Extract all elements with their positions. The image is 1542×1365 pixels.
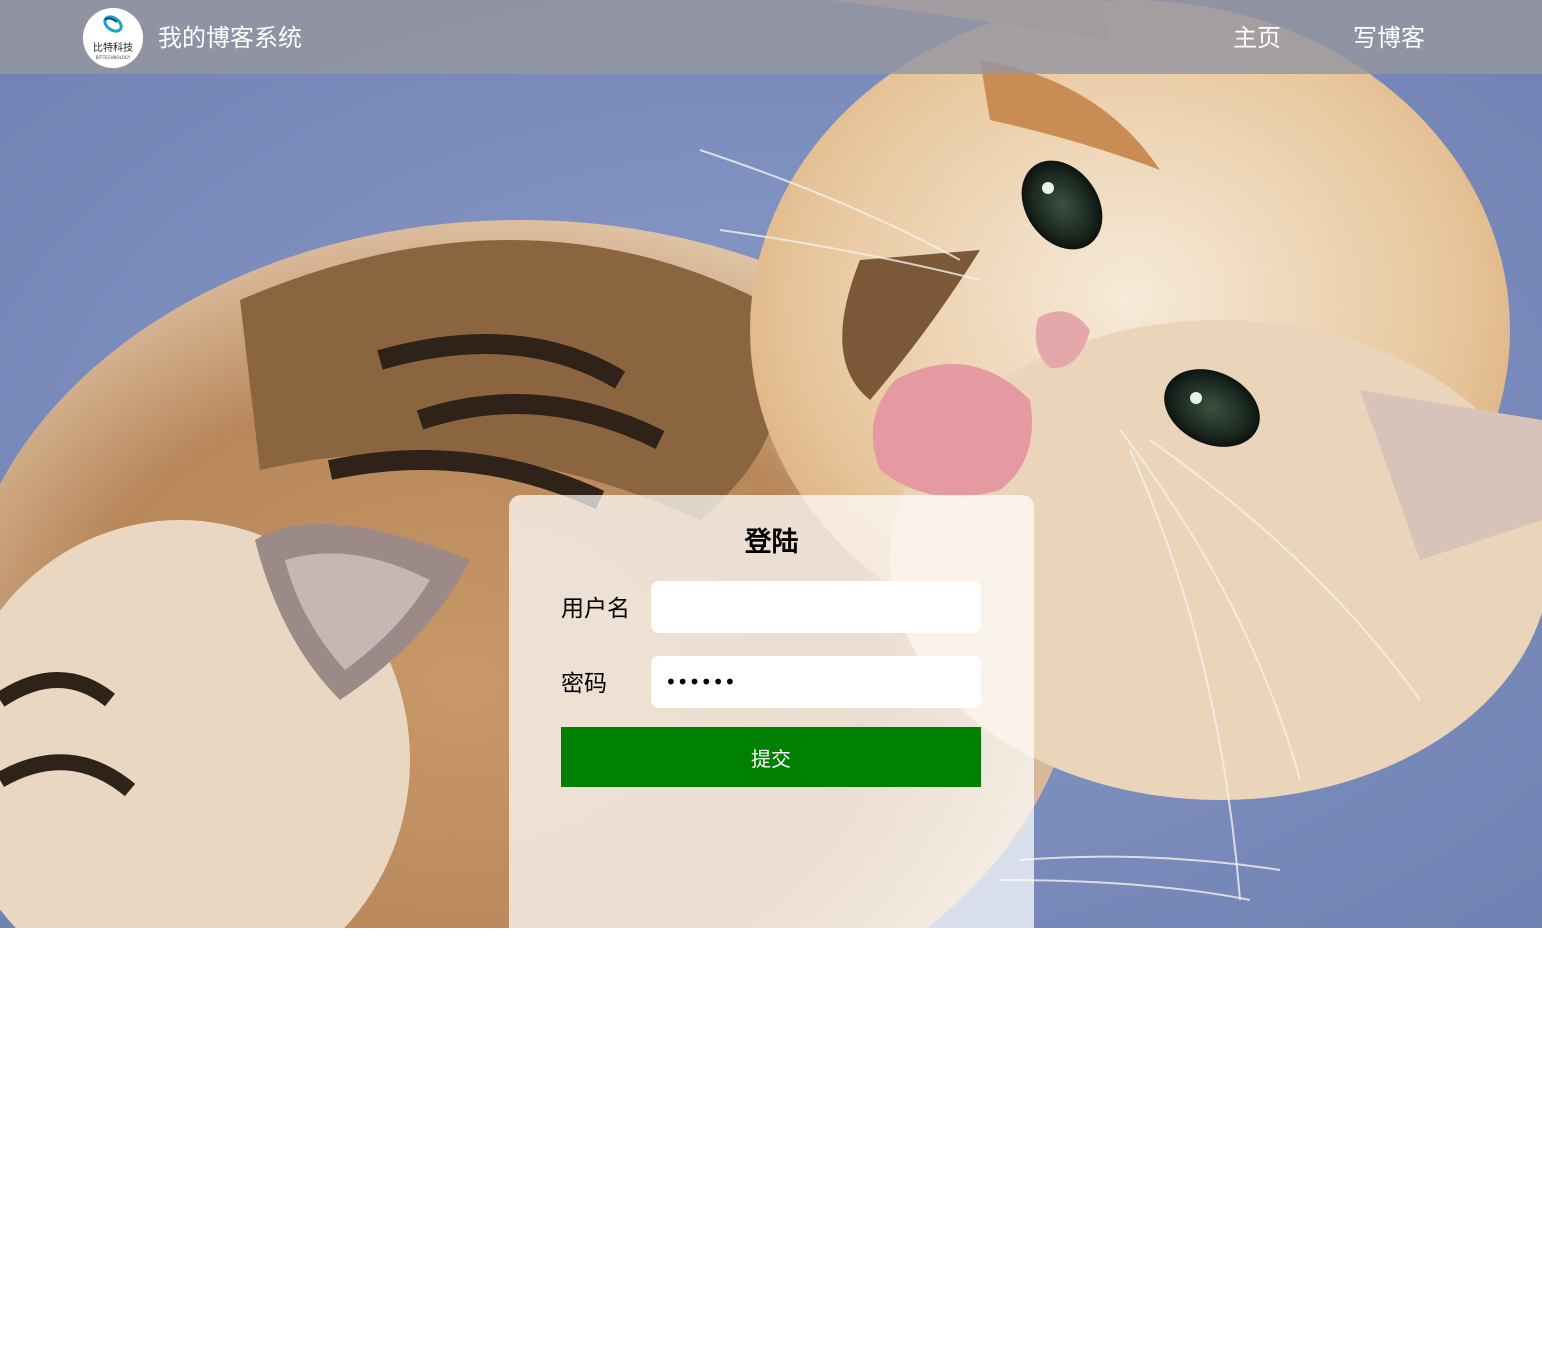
logo-text: 比特科技 [93, 41, 133, 54]
logo[interactable]: 比特科技 BIT-TECHNOLOGY [83, 8, 143, 68]
site-title: 我的博客系统 [158, 24, 302, 52]
submit-button[interactable]: 提交 [561, 727, 981, 787]
password-label: 密码 [561, 671, 607, 697]
navbar: 比特科技 BIT-TECHNOLOGY 我的博客系统 主页 写博客 [0, 0, 1542, 74]
username-label: 用户名 [561, 596, 630, 622]
username-input[interactable] [651, 581, 981, 633]
nav-write-blog-link[interactable]: 写博客 [1353, 22, 1425, 54]
nav-home-link[interactable]: 主页 [1233, 22, 1281, 54]
password-input[interactable] [651, 656, 981, 708]
login-title: 登陆 [744, 527, 799, 558]
login-card: 登陆 用户名 密码 提交 [509, 495, 1034, 928]
logo-subtext: BIT-TECHNOLOGY [96, 55, 131, 60]
